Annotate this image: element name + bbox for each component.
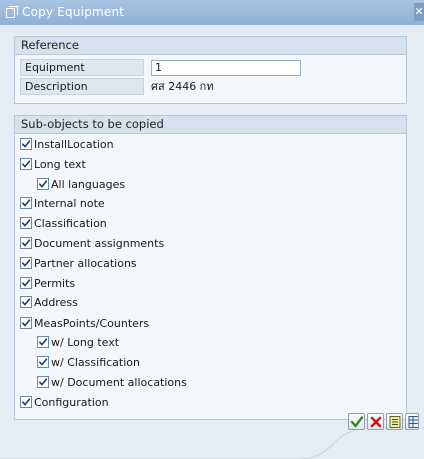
checkbox-icon [37, 356, 49, 368]
description-row: Description ศส 2446 กท [20, 78, 402, 96]
confirm-button[interactable] [348, 413, 365, 430]
reference-header: Reference [15, 37, 406, 55]
dialog-titlebar[interactable]: Copy Equipment ✕ [0, 0, 424, 25]
checkbox-label: Classification [34, 217, 107, 230]
checkbox-permits[interactable]: Permits [20, 276, 75, 292]
checkbox-install-location[interactable]: InstallLocation [20, 137, 114, 153]
checkbox-label: Partner allocations [34, 257, 137, 270]
checkbox-label: Permits [34, 277, 76, 290]
equipment-field[interactable]: 1 [151, 60, 301, 76]
checkbox-label: Address [34, 296, 78, 309]
checkbox-w-long-text[interactable]: w/ Long text [37, 335, 119, 351]
checkbox-icon [37, 376, 49, 388]
checkbox-label: w/ Document allocations [51, 376, 187, 389]
dialog-title: Copy Equipment [22, 5, 125, 19]
checkbox-label: MeasPoints/Counters [34, 317, 150, 330]
checkbox-all-languages[interactable]: All languages [37, 177, 125, 193]
description-label: Description [20, 78, 144, 95]
checkbox-icon [20, 296, 32, 308]
checkbox-icon [20, 257, 32, 269]
checkbox-w-document-allocations[interactable]: w/ Document allocations [37, 375, 187, 391]
checkbox-internal-note[interactable]: Internal note [20, 196, 105, 212]
checkbox-classification[interactable]: Classification [20, 216, 107, 232]
more-button[interactable] [405, 413, 419, 430]
checkbox-icon [20, 138, 32, 150]
checkbox-icon [37, 178, 49, 190]
checkbox-label: Internal note [34, 197, 105, 210]
cancel-icon [370, 416, 382, 428]
checkbox-icon [20, 396, 32, 408]
checkbox-icon [20, 217, 32, 229]
checkbox-document-assignments[interactable]: Document assignments [20, 236, 164, 252]
checkbox-label: w/ Long text [51, 336, 120, 349]
checkbox-icon [37, 336, 49, 348]
checkbox-configuration[interactable]: Configuration [20, 395, 109, 411]
checkbox-icon [20, 158, 32, 170]
description-value: ศส 2446 กท [151, 80, 214, 93]
checkbox-icon [20, 197, 32, 209]
equipment-row: Equipment 1 [20, 59, 402, 77]
table-icon [408, 416, 418, 428]
checkbox-partner-allocations[interactable]: Partner allocations [20, 256, 137, 272]
subobjects-header: Sub-objects to be copied [15, 116, 406, 134]
checkbox-label: w/ Classification [51, 356, 140, 369]
details-button[interactable] [386, 413, 403, 430]
checkbox-long-text[interactable]: Long text [20, 157, 86, 173]
checkbox-icon [20, 317, 32, 329]
reference-group: Reference Equipment 1 Description ศส 244… [14, 36, 407, 104]
checkbox-label: All languages [51, 178, 126, 191]
checkbox-icon [20, 277, 32, 289]
details-icon [389, 416, 401, 428]
checkmark-icon [350, 416, 364, 428]
checkbox-icon [20, 237, 32, 249]
checkbox-label: Document assignments [34, 237, 165, 250]
checkbox-label: Long text [34, 158, 86, 171]
copy-icon [6, 6, 18, 18]
close-button[interactable]: ✕ [414, 3, 424, 21]
checkbox-label: Configuration [34, 396, 109, 409]
checkbox-w-classification[interactable]: w/ Classification [37, 355, 140, 371]
checkbox-label: InstallLocation [34, 138, 114, 151]
checkbox-measpoints-counters[interactable]: MeasPoints/Counters [20, 316, 149, 332]
cancel-button[interactable] [367, 413, 384, 430]
equipment-label: Equipment [20, 59, 144, 76]
checkbox-address[interactable]: Address [20, 295, 78, 311]
